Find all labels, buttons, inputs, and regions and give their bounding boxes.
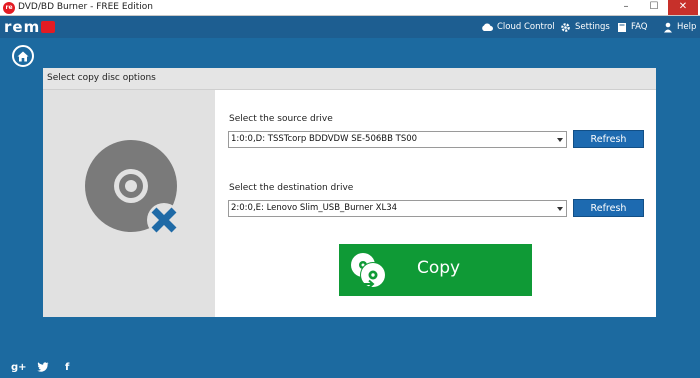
destination-refresh-button[interactable]: Refresh	[573, 199, 644, 217]
close-button[interactable]: ✕	[668, 0, 698, 15]
remo-logo: rem	[4, 18, 56, 36]
copy-options-panel: Select copy disc options Select the sour…	[43, 68, 656, 317]
nav-help[interactable]: Help	[663, 20, 696, 34]
gear-icon	[561, 22, 570, 32]
window-title: DVD/BD Burner - FREE Edition	[18, 2, 153, 12]
disc-illustration-pane	[43, 90, 215, 317]
facebook-icon: f	[65, 361, 70, 373]
discs-copy-icon	[351, 253, 386, 289]
nav-cloud-label: Cloud Control	[497, 22, 555, 32]
maximize-button[interactable]: ☐	[640, 0, 668, 15]
nav-settings-label: Settings	[575, 22, 610, 32]
source-refresh-button[interactable]: Refresh	[573, 130, 644, 148]
user-help-icon	[664, 22, 672, 32]
disc-copy-icon	[85, 140, 181, 237]
dropdown-arrow-icon	[557, 207, 563, 211]
minimize-button[interactable]: –	[612, 0, 640, 15]
twitter-icon	[37, 362, 49, 372]
destination-drive-value: 2:0:0,E: Lenovo Slim_USB_Burner XL34	[231, 203, 398, 213]
home-button[interactable]	[12, 45, 34, 67]
nav-cloud-control[interactable]: Cloud Control	[481, 20, 555, 34]
nav-faq-label: FAQ	[631, 22, 648, 32]
source-drive-select[interactable]: 1:0:0,D: TSSTcorp BDDVDW SE-506BB TS00	[228, 131, 567, 148]
copy-button-label: Copy	[417, 258, 461, 278]
google-plus-icon: g+	[11, 361, 27, 373]
window-titlebar: re DVD/BD Burner - FREE Edition – ☐ ✕	[0, 0, 700, 16]
destination-drive-select[interactable]: 2:0:0,E: Lenovo Slim_USB_Burner XL34	[228, 200, 567, 217]
google-plus-link[interactable]: g+	[11, 360, 27, 374]
facebook-link[interactable]: f	[65, 360, 69, 374]
nav-settings[interactable]: Settings	[560, 20, 610, 34]
book-icon	[618, 22, 626, 32]
twitter-link[interactable]	[37, 360, 49, 374]
destination-drive-label: Select the destination drive	[229, 183, 354, 193]
nav-faq[interactable]: FAQ	[617, 20, 647, 34]
cloud-icon	[482, 23, 493, 31]
logo-o-mark	[41, 21, 56, 33]
panel-header: Select copy disc options	[43, 68, 656, 90]
source-drive-value: 1:0:0,D: TSSTcorp BDDVDW SE-506BB TS00	[231, 134, 418, 144]
home-icon	[17, 51, 29, 61]
logo-text: rem	[4, 18, 41, 36]
dropdown-arrow-icon	[557, 138, 563, 142]
app-icon: re	[3, 2, 15, 14]
source-drive-label: Select the source drive	[229, 114, 333, 124]
copy-button[interactable]: Copy	[339, 244, 532, 296]
nav-help-label: Help	[677, 22, 697, 32]
